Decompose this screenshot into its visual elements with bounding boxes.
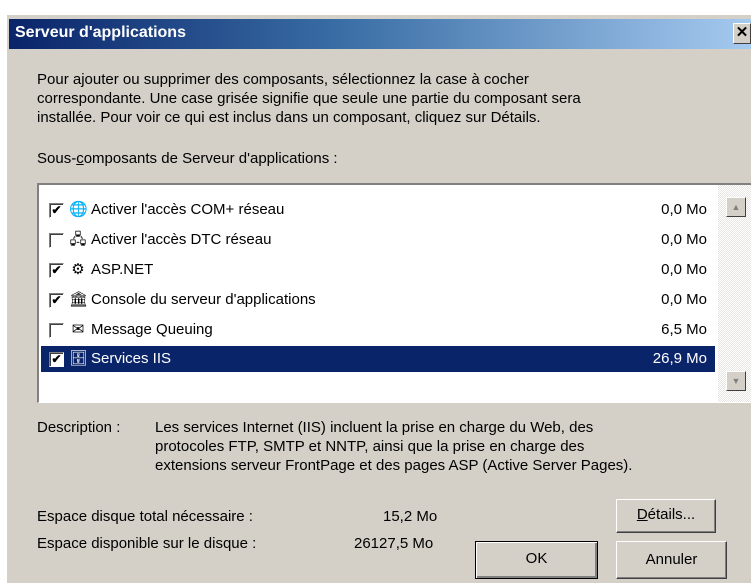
com-network-icon: 🌐	[69, 201, 88, 218]
dtc-network-icon: 🖧	[69, 231, 87, 248]
vertical-scrollbar[interactable]: ▲ ▼	[718, 185, 751, 402]
description-line-1: Les services Internet (IIS) incluent la …	[155, 419, 594, 436]
component-size: 6,5 Mo	[661, 321, 707, 338]
component-label: ASP.NET	[91, 261, 154, 278]
list-item-dtc-network[interactable]: 🖧 Activer l'accès DTC réseau 0,0 Mo	[41, 227, 715, 253]
close-button[interactable]: ✕	[733, 23, 751, 44]
app-server-console-icon: 🏛	[69, 291, 89, 308]
description-line-3: extensions serveur FrontPage et des page…	[155, 457, 633, 474]
disk-required-label: Espace disque total nécessaire :	[37, 508, 253, 525]
component-size: 0,0 Mo	[661, 231, 707, 248]
list-item-com-network[interactable]: ✔ 🌐 Activer l'accès COM+ réseau 0,0 Mo	[41, 197, 715, 223]
description-line-2: protocoles FTP, SMTP et NNTP, ainsi que …	[155, 438, 585, 455]
subcomponents-label: Sous-composants de Serveur d'application…	[37, 150, 338, 167]
title-bar[interactable]: Serveur d'applications ✕	[9, 19, 751, 49]
details-label: étails...	[647, 506, 696, 523]
disk-available-value: 26127,5 Mo	[354, 535, 434, 552]
cancel-label: Annuler	[645, 551, 698, 568]
checkbox-dtc-network[interactable]	[49, 233, 64, 248]
list-item-app-server-console[interactable]: ✔ 🏛 Console du serveur d'applications 0,…	[41, 287, 715, 313]
disk-available-label: Espace disponible sur le disque :	[37, 535, 257, 552]
scroll-up-button[interactable]: ▲	[726, 197, 746, 217]
close-icon: ✕	[735, 24, 749, 41]
checkbox-message-queuing[interactable]	[49, 323, 64, 338]
component-size: 0,0 Mo	[661, 261, 707, 278]
dialog-window: Serveur d'applications ✕ Pour ajouter ou…	[6, 14, 751, 583]
component-label: Message Queuing	[91, 321, 213, 338]
component-label: Services IIS	[91, 350, 172, 367]
component-label: Activer l'accès DTC réseau	[91, 231, 272, 248]
details-accelerator: D	[636, 506, 648, 523]
details-button[interactable]: Détails...	[616, 499, 716, 533]
checkbox-com-network[interactable]: ✔	[49, 203, 64, 218]
cancel-button[interactable]: Annuler	[616, 541, 727, 579]
list-item-message-queuing[interactable]: ✉ Message Queuing 6,5 Mo	[41, 317, 715, 343]
description-label: Description :	[37, 419, 121, 436]
list-item-aspnet[interactable]: ✔ ⚙ ASP.NET 0,0 Mo	[41, 257, 715, 283]
components-listbox[interactable]: ✔ 🌐 Activer l'accès COM+ réseau 0,0 Mo 🖧…	[37, 183, 751, 403]
component-size: 0,0 Mo	[661, 201, 707, 218]
iis-services-icon: 🗄	[69, 350, 89, 367]
subcomponents-label-accelerator: c	[76, 150, 84, 167]
checkbox-aspnet[interactable]: ✔	[49, 263, 64, 278]
arrow-up-icon: ▲	[731, 202, 741, 212]
disk-required-value: 15,2 Mo	[383, 508, 438, 525]
list-item-iis-services[interactable]: ✔ 🗄 Services IIS 26,9 Mo	[41, 346, 715, 372]
subcomponents-label-part: Sous-	[37, 150, 77, 167]
dialog-title: Serveur d'applications	[15, 24, 186, 41]
subcomponents-label-part: omposants de Serveur d'applications :	[83, 150, 338, 167]
intro-text-line-1: Pour ajouter ou supprimer des composants…	[37, 71, 529, 88]
arrow-down-icon: ▼	[731, 376, 741, 386]
component-size: 0,0 Mo	[661, 291, 707, 308]
ok-label: OK	[525, 550, 548, 567]
aspnet-gears-icon: ⚙	[71, 261, 85, 278]
checkbox-app-server-console[interactable]: ✔	[49, 293, 64, 308]
component-label: Console du serveur d'applications	[91, 291, 316, 308]
scroll-down-button[interactable]: ▼	[726, 371, 746, 391]
component-size: 26,9 Mo	[652, 350, 707, 367]
ok-button[interactable]: OK	[475, 541, 598, 579]
intro-text-line-2: correspondante. Une case grisée signifie…	[37, 90, 581, 107]
message-queuing-icon: ✉	[71, 321, 85, 338]
checkbox-iis-services[interactable]: ✔	[49, 352, 64, 367]
component-label: Activer l'accès COM+ réseau	[91, 201, 285, 218]
intro-text-line-3: installée. Pour voir ce qui est inclus d…	[37, 109, 541, 126]
